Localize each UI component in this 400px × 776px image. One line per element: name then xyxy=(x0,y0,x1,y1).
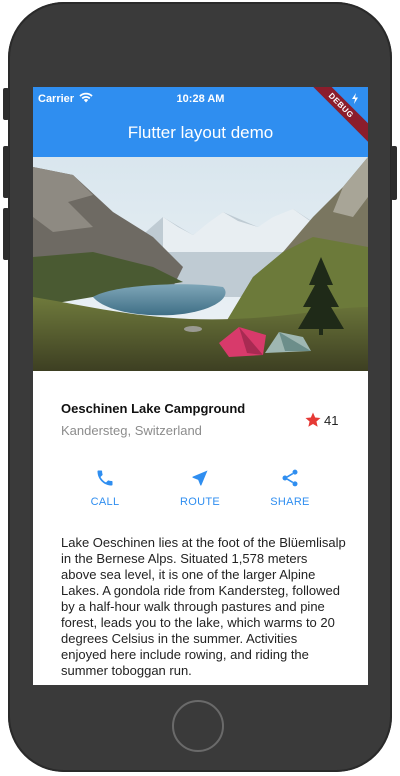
route-button[interactable]: ROUTE xyxy=(160,463,240,515)
call-button[interactable]: CALL xyxy=(65,463,145,515)
screen: Carrier 10:28 AM Flutter layout demo DEB… xyxy=(33,87,368,685)
near-me-icon xyxy=(192,470,208,486)
action-buttons: CALL ROUTE SHARE xyxy=(33,463,368,523)
status-time: 10:28 AM xyxy=(176,93,225,105)
star-icon[interactable] xyxy=(304,411,322,434)
call-label: CALL xyxy=(90,496,120,508)
app-bar: Carrier 10:28 AM Flutter layout demo DEB… xyxy=(33,87,368,157)
volume-down-button xyxy=(3,208,9,260)
lake-photo xyxy=(33,157,368,371)
share-icon xyxy=(282,469,298,487)
description-text: Lake Oeschinen lies at the foot of the B… xyxy=(61,535,346,678)
silent-switch xyxy=(3,88,9,120)
phone-icon xyxy=(97,470,113,486)
place-location: Kandersteg, Switzerland xyxy=(61,423,202,438)
title-section: Oeschinen Lake Campground Kandersteg, Sw… xyxy=(33,371,368,451)
share-button[interactable]: SHARE xyxy=(250,463,330,515)
home-button[interactable] xyxy=(172,700,224,752)
battery-charging-icon xyxy=(351,93,359,107)
route-label: ROUTE xyxy=(180,496,220,508)
page-title: Flutter layout demo xyxy=(127,123,274,142)
volume-up-button xyxy=(3,146,9,198)
power-button xyxy=(391,146,397,200)
share-label: SHARE xyxy=(270,496,310,508)
place-name: Oeschinen Lake Campground xyxy=(61,401,246,416)
star-count: 41 xyxy=(324,413,339,428)
